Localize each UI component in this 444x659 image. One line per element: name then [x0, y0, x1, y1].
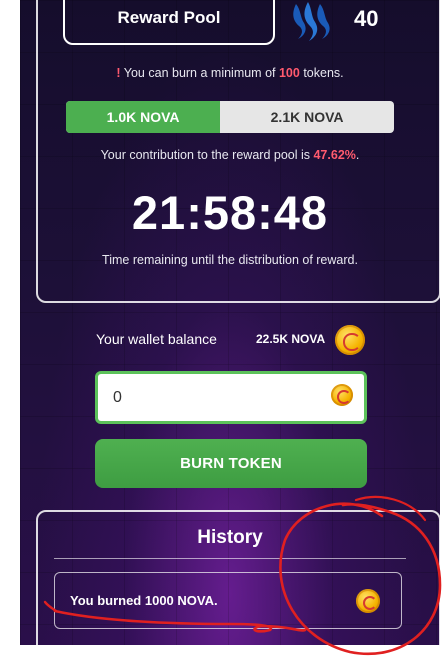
split-my-share: 1.0K NOVA: [66, 101, 221, 133]
contribution-note: Your contribution to the reward pool is …: [20, 148, 440, 162]
app-screen: Reward Pool 40 ! You can burn a minimum …: [20, 0, 440, 645]
contribution-text: Your contribution to the reward pool is: [100, 148, 314, 162]
reward-pool-box: Reward Pool: [63, 0, 275, 45]
minimum-note-text-2: tokens.: [299, 66, 344, 80]
reward-pool-label: Reward Pool: [117, 8, 221, 27]
burn-amount-value[interactable]: 0: [113, 389, 122, 407]
minimum-burn-note: ! You can burn a minimum of 100 tokens.: [20, 66, 440, 80]
contribution-suffix: .: [355, 148, 360, 162]
steem-logo-icon: [293, 2, 330, 41]
split-total-pool: 2.1K NOVA: [270, 109, 344, 125]
history-title: History: [197, 527, 263, 548]
minimum-amount: 100: [278, 66, 300, 80]
countdown-label: Time remaining until the distribution of…: [102, 253, 358, 267]
burn-amount-input[interactable]: [95, 371, 367, 424]
nova-coin-icon: [356, 589, 380, 613]
wallet-balance-label: Your wallet balance: [96, 331, 217, 347]
contribution-percent: 47.62%: [313, 148, 356, 162]
minimum-note-text-1: You can burn a minimum of: [120, 66, 279, 80]
countdown-timer: 21:58:48: [131, 186, 329, 239]
history-item-text: You burned 1000 NOVA.: [70, 593, 218, 608]
nova-coin-icon: [331, 384, 353, 406]
burn-token-button[interactable]: BURN TOKEN: [95, 439, 367, 488]
pool-split-bar: 1.0K NOVA 2.1K NOVA: [66, 101, 394, 133]
reward-pool-count: 40: [354, 6, 379, 31]
wallet-balance-value: 22.5K NOVA: [256, 332, 326, 346]
history-divider: [54, 558, 406, 559]
nova-coin-icon: [335, 325, 365, 355]
